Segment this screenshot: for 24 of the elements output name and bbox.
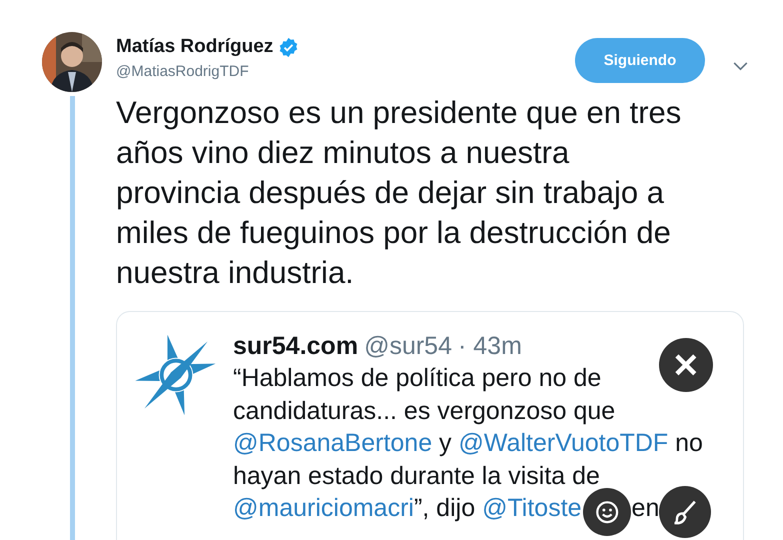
quote-text: en — [632, 494, 660, 522]
quoted-tweet-card[interactable]: sur54.com @sur54 · 43m “Hablamos de política pero no de candidaturas... es vergonzoso que @RosanaBertone y @WalterVuotoTDF no hayan estado durante la visita de @mauriciomacri”, dijo @Titoste en — [116, 311, 744, 540]
quote-text: candidaturas... es vergonzoso que — [233, 396, 616, 424]
quote-text: y — [438, 429, 453, 457]
mention-link[interactable]: @RosanaBertone — [233, 429, 432, 457]
tweet-text: Vergonzoso es un presidente que en tres años vino diez minutos a nuestra provincia después de dejar sin trabajo a miles de fueguinos por la destrucción de nuestra industria. — [116, 94, 682, 292]
smiley-icon — [594, 498, 620, 526]
quote-text: “Hablamos de política pero no de — [233, 364, 602, 392]
author-name[interactable]: Matías Rodríguez — [116, 36, 274, 58]
chevron-down-icon[interactable] — [733, 62, 748, 71]
close-button[interactable] — [659, 338, 713, 392]
quote-text: ”, dijo — [414, 494, 476, 522]
mention-link[interactable]: @mauriciomacri — [233, 494, 414, 522]
following-button[interactable]: Siguiendo — [575, 38, 705, 83]
mention-link[interactable]: @WalterVuotoTDF — [458, 429, 668, 457]
quoted-account-name: sur54.com — [233, 332, 358, 361]
mention-link[interactable]: @Titoste — [482, 494, 582, 522]
quote-text: no — [674, 429, 703, 457]
brush-button[interactable] — [659, 486, 711, 538]
emoji-button[interactable] — [583, 488, 631, 536]
quote-text: hayan estado durante la visita de — [233, 462, 600, 490]
post-time: · 43m — [458, 332, 522, 361]
quoted-account-handle: @sur54 — [364, 332, 452, 361]
author-handle: @MatiasRodrigTDF — [116, 63, 250, 80]
